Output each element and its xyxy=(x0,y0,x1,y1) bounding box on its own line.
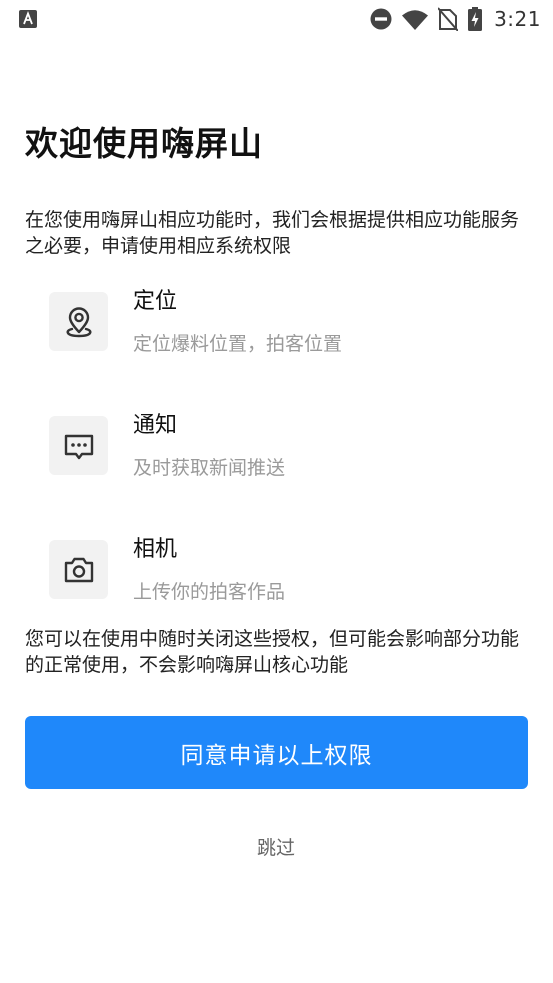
location-pin-icon xyxy=(49,292,108,351)
status-icons: 3:21 xyxy=(370,6,541,32)
battery-charging-icon xyxy=(468,7,483,31)
permission-name: 通知 xyxy=(133,413,178,438)
permission-description: 定位爆料位置，拍客位置 xyxy=(133,333,343,355)
app-notification-icon xyxy=(19,10,37,28)
status-bar: 3:21 xyxy=(0,0,553,38)
page-title: 欢迎使用嗨屏山 xyxy=(25,124,263,163)
permission-item-location: 定位 定位爆料位置，拍客位置 xyxy=(49,287,529,397)
permission-name: 定位 xyxy=(133,289,178,314)
privacy-note: 您可以在使用中随时关闭这些授权，但可能会影响部分功能的正常使用，不会影响嗨屏山核… xyxy=(25,628,520,676)
permission-name: 相机 xyxy=(133,537,178,562)
skip-button[interactable]: 跳过 xyxy=(226,828,326,864)
agree-permissions-button[interactable]: 同意申请以上权限 xyxy=(25,716,528,789)
permission-description: 上传你的拍客作品 xyxy=(133,581,286,603)
permission-description: 及时获取新闻推送 xyxy=(133,457,286,479)
wifi-icon xyxy=(402,9,429,30)
no-sim-icon xyxy=(438,7,459,31)
message-dots-icon xyxy=(49,416,108,475)
do-not-disturb-icon xyxy=(370,8,392,30)
intro-text: 在您使用嗨屏山相应功能时，我们会根据提供相应功能服务之必要，申请使用相应系统权限 xyxy=(25,209,520,257)
camera-icon xyxy=(49,540,108,599)
permission-item-notification: 通知 及时获取新闻推送 xyxy=(49,411,529,521)
status-time: 3:21 xyxy=(494,7,541,31)
